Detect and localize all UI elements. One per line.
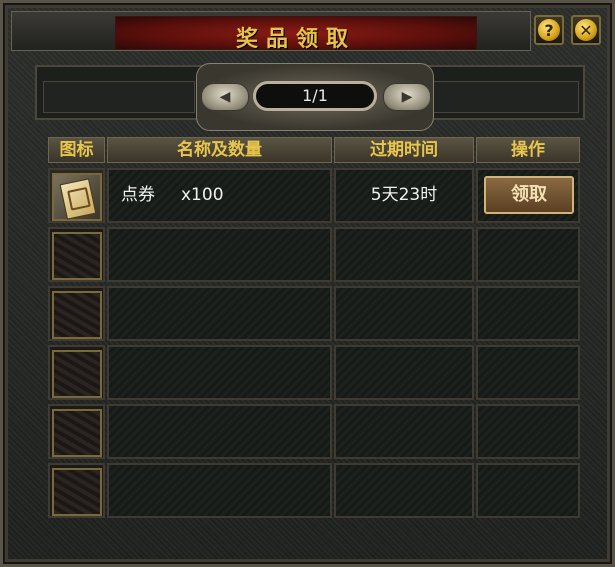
claim-button[interactable]: 领取 bbox=[484, 176, 574, 214]
item-slot[interactable] bbox=[52, 173, 102, 221]
action-cell bbox=[476, 345, 580, 400]
action-cell: 领取 bbox=[476, 168, 580, 223]
name-cell: 点券 x100 bbox=[107, 168, 332, 223]
header-action: 操作 bbox=[476, 137, 580, 163]
icon-cell bbox=[48, 286, 105, 341]
item-name: 点券 bbox=[121, 185, 155, 205]
header-name-qty: 名称及数量 bbox=[107, 137, 332, 163]
name-cell bbox=[107, 345, 332, 400]
item-slot[interactable] bbox=[52, 409, 102, 457]
action-cell bbox=[476, 227, 580, 282]
action-cell bbox=[476, 286, 580, 341]
expire-cell bbox=[334, 345, 474, 400]
icon-cell bbox=[48, 168, 105, 223]
expire-cell: 5天23时 bbox=[334, 168, 474, 223]
item-slot[interactable] bbox=[52, 468, 102, 516]
expire-cell bbox=[334, 404, 474, 459]
icon-cell bbox=[48, 463, 105, 518]
pager: ◀ 1/1 ▶ bbox=[196, 63, 434, 131]
help-icon: ? bbox=[538, 19, 560, 41]
title-banner: 奖品领取 bbox=[115, 16, 477, 52]
name-cell bbox=[107, 286, 332, 341]
item-slot[interactable] bbox=[52, 350, 102, 398]
expire-cell bbox=[334, 227, 474, 282]
name-cell bbox=[107, 227, 332, 282]
table-row bbox=[48, 404, 580, 459]
table-row bbox=[48, 286, 580, 341]
pager-panel-left bbox=[43, 81, 195, 113]
prev-page-button[interactable]: ◀ bbox=[201, 83, 249, 111]
title-bar[interactable]: 奖品领取 bbox=[11, 11, 531, 52]
next-page-button[interactable]: ▶ bbox=[383, 83, 431, 111]
table-row: 点券 x100 5天23时 领取 bbox=[48, 168, 580, 223]
close-button[interactable]: ✕ bbox=[571, 15, 601, 45]
item-slot[interactable] bbox=[52, 291, 102, 339]
table-row bbox=[48, 463, 580, 518]
expire-time: 5天23时 bbox=[370, 185, 438, 205]
reward-claim-window: 奖品领取 ? ✕ ◀ 1/1 ▶ 图标 名称及数量 过期时间 操作 点券 x10… bbox=[0, 0, 615, 567]
icon-cell bbox=[48, 227, 105, 282]
close-icon: ✕ bbox=[575, 19, 597, 41]
expire-cell bbox=[334, 286, 474, 341]
action-cell bbox=[476, 404, 580, 459]
item-slot[interactable] bbox=[52, 232, 102, 280]
page-indicator: 1/1 bbox=[253, 81, 377, 111]
table-row bbox=[48, 345, 580, 400]
coupon-icon bbox=[59, 178, 97, 220]
help-button[interactable]: ? bbox=[534, 15, 564, 45]
name-cell bbox=[107, 404, 332, 459]
icon-cell bbox=[48, 404, 105, 459]
expire-cell bbox=[334, 463, 474, 518]
arrow-right-icon: ▶ bbox=[401, 89, 413, 105]
header-expire: 过期时间 bbox=[334, 137, 474, 163]
pager-panel-right bbox=[431, 81, 579, 113]
action-cell bbox=[476, 463, 580, 518]
table-row bbox=[48, 227, 580, 282]
header-icon: 图标 bbox=[48, 137, 105, 163]
name-cell bbox=[107, 463, 332, 518]
arrow-left-icon: ◀ bbox=[219, 89, 231, 105]
icon-cell bbox=[48, 345, 105, 400]
item-qty: x100 bbox=[181, 185, 224, 205]
window-title: 奖品领取 bbox=[235, 26, 356, 52]
